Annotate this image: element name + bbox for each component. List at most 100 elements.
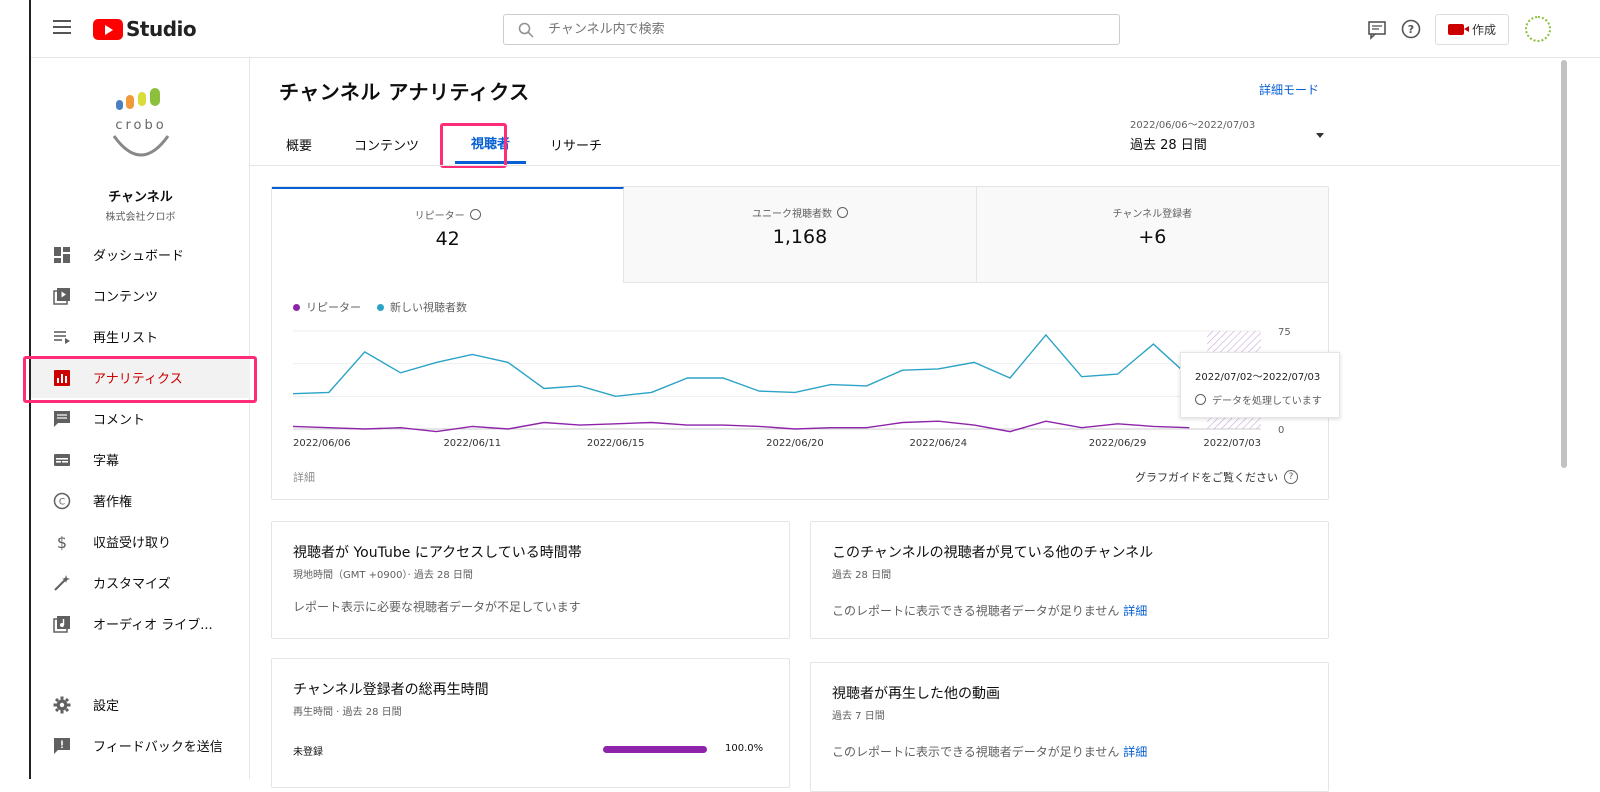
metric-value: 42 [435, 228, 460, 250]
sidebar-item-comments[interactable]: コメント [31, 398, 250, 439]
chart-tooltip: 2022/07/02～2022/07/03 データを処理しています [1180, 352, 1340, 418]
report-card-other-channels: このチャンネルの視聴者が見ている他のチャンネル 過去 28 日間 このレポートに… [810, 521, 1329, 639]
metric-returning-viewers[interactable]: リピーター 42 [272, 187, 625, 283]
sidebar-item-label: 著作権 [93, 495, 133, 510]
sidebar-item-earn[interactable]: $ 収益受け取り [31, 521, 250, 562]
comment-icon [54, 410, 70, 427]
y-tick-label: 0 [1278, 425, 1284, 436]
bar-track [603, 746, 707, 753]
sidebar-item-label: 収益受け取り [93, 536, 172, 551]
report-title: チャンネル登録者の総再生時間 [293, 682, 489, 698]
audience-chart-card: リピーター 42 ユニーク視聴者数 1,168 チャンネル登録者 +6 リピータ… [271, 186, 1329, 500]
tab-overview[interactable]: 概要 [270, 124, 328, 164]
sidebar-item-copyright[interactable]: C 著作権 [31, 480, 250, 521]
logo-text: Studio [126, 17, 197, 41]
page-title: チャンネル アナリティクス [279, 80, 530, 104]
y-tick-label: 75 [1278, 327, 1291, 338]
legend-dot [293, 303, 300, 311]
svg-text:$: $ [57, 533, 67, 551]
subtitles-icon [54, 453, 70, 466]
clock-icon [1195, 394, 1206, 405]
series-line-new-viewers [292, 333, 1190, 398]
help-icon[interactable]: ? [1400, 18, 1422, 40]
sidebar-item-label: ダッシュボード [93, 249, 185, 264]
metric-unique-viewers[interactable]: ユニーク視聴者数 1,168 [624, 187, 977, 283]
chevron-down-icon [1316, 133, 1324, 138]
tab-content[interactable]: コンテンツ [338, 124, 435, 164]
bar-value: 100.0% [725, 743, 764, 754]
report-card-other-videos: 視聴者が再生した他の動画 過去 7 日間 このレポートに表示できる視聴者データが… [810, 662, 1329, 792]
sidebar-item-settings[interactable]: 設定 [31, 684, 250, 725]
subscriber-bar-row: 未登録 100.0% [293, 743, 764, 758]
scrollbar-thumb[interactable] [1561, 60, 1567, 468]
sidebar-item-playlists[interactable]: 再生リスト [31, 316, 250, 357]
bar-fill [603, 746, 707, 753]
report-message: このレポートに表示できる視聴者データが足りません 詳細 [832, 743, 1147, 760]
tab-audience[interactable]: 視聴者 [455, 124, 527, 164]
chart-detail-link[interactable]: 詳細 [293, 469, 315, 485]
legend-item-new: 新しい視聴者数 [377, 299, 467, 315]
x-tick-label: 2022/06/11 [443, 438, 501, 449]
date-range-label: 過去 28 日間 [1130, 138, 1207, 153]
report-message: このレポートに表示できる視聴者データが足りません 詳細 [832, 602, 1147, 619]
x-tick-label: 2022/06/20 [766, 438, 824, 449]
copyright-icon: C [53, 492, 71, 509]
playlist-icon [54, 330, 70, 344]
x-tick-label: 2022/06/06 [293, 438, 351, 449]
tab-research[interactable]: リサーチ [534, 124, 618, 164]
sidebar-item-label: オーディオ ライブ... [93, 618, 213, 633]
report-card-subscriber-watch-time: チャンネル登録者の総再生時間 再生時間 · 過去 28 日間 未登録 100.0… [271, 658, 790, 788]
sidebar-item-audio-library[interactable]: オーディオ ライブ... [31, 603, 250, 644]
hamburger-menu-icon[interactable] [53, 20, 71, 34]
legend-dot [377, 303, 384, 311]
video-camera-icon [1447, 24, 1469, 35]
report-title: 視聴者が YouTube にアクセスしている時間帯 [293, 545, 582, 561]
top-header: Studio ? 作成 [31, 0, 1600, 58]
sidebar-item-label: 設定 [93, 699, 120, 714]
bar-label: 未登録 [293, 747, 323, 758]
svg-text:C: C [59, 497, 65, 507]
sidebar-item-label: アナリティクス [93, 372, 183, 387]
chart-guide-link[interactable]: グラフガイドをご覧ください ? [1135, 469, 1298, 485]
create-button[interactable]: 作成 [1435, 14, 1509, 45]
youtube-play-icon [93, 18, 123, 40]
window-edge [0, 0, 31, 779]
date-range-selector[interactable]: 2022/06/06～2022/07/03 過去 28 日間 [1130, 116, 1324, 156]
x-tick-label: 2022/07/03 [1203, 438, 1261, 449]
report-title: このチャンネルの視聴者が見ている他のチャンネル [832, 545, 1154, 561]
metric-label: リピーター [272, 207, 623, 222]
dashboard-icon [54, 246, 70, 263]
sidebar-item-analytics[interactable]: アナリティクス [31, 357, 250, 398]
sidebar-item-content[interactable]: コンテンツ [31, 275, 250, 316]
search-box[interactable] [503, 14, 1120, 45]
sidebar-item-subtitles[interactable]: 字幕 [31, 439, 250, 480]
sidebar-item-feedback[interactable]: フィードバックを送信 [31, 725, 250, 766]
metric-subscribers[interactable]: チャンネル登録者 +6 [976, 187, 1328, 283]
youtube-studio-logo[interactable]: Studio [93, 17, 197, 41]
metric-tabs: リピーター 42 ユニーク視聴者数 1,168 チャンネル登録者 +6 [272, 187, 1328, 283]
sidebar-item-label: カスタマイズ [93, 577, 171, 592]
channel-logo[interactable]: crobo [108, 86, 178, 161]
sidebar-item-label: コメント [93, 413, 146, 428]
dollar-icon: $ [57, 533, 67, 551]
line-chart[interactable]: 75 0 2022/06/06 2022/06/11 2022/06/15 2022/06… [272, 317, 1328, 457]
report-detail-link[interactable]: 詳細 [1123, 604, 1147, 618]
legend-label: 新しい視聴者数 [390, 301, 467, 314]
sidebar-item-label: 字幕 [93, 454, 120, 469]
report-detail-link[interactable]: 詳細 [1123, 745, 1147, 759]
x-tick-label: 2022/06/15 [587, 438, 645, 449]
detail-mode-link[interactable]: 詳細モード [1259, 81, 1319, 98]
search-input[interactable] [548, 22, 1088, 37]
search-icon [518, 22, 534, 38]
feedback-message-icon[interactable] [1366, 18, 1388, 40]
report-message-text: このレポートに表示できる視聴者データが足りません [832, 745, 1120, 759]
tooltip-status-text: データを処理しています [1212, 396, 1322, 407]
account-avatar[interactable] [1525, 16, 1551, 42]
clock-icon [836, 207, 848, 218]
svg-text:?: ? [1408, 23, 1414, 36]
sidebar-item-customize[interactable]: カスタマイズ [31, 562, 250, 603]
metric-value: +6 [1138, 226, 1167, 248]
series-line-returning-viewers [292, 420, 1190, 433]
page-scrollbar[interactable] [1560, 58, 1568, 779]
sidebar-item-dashboard[interactable]: ダッシュボード [31, 234, 250, 275]
